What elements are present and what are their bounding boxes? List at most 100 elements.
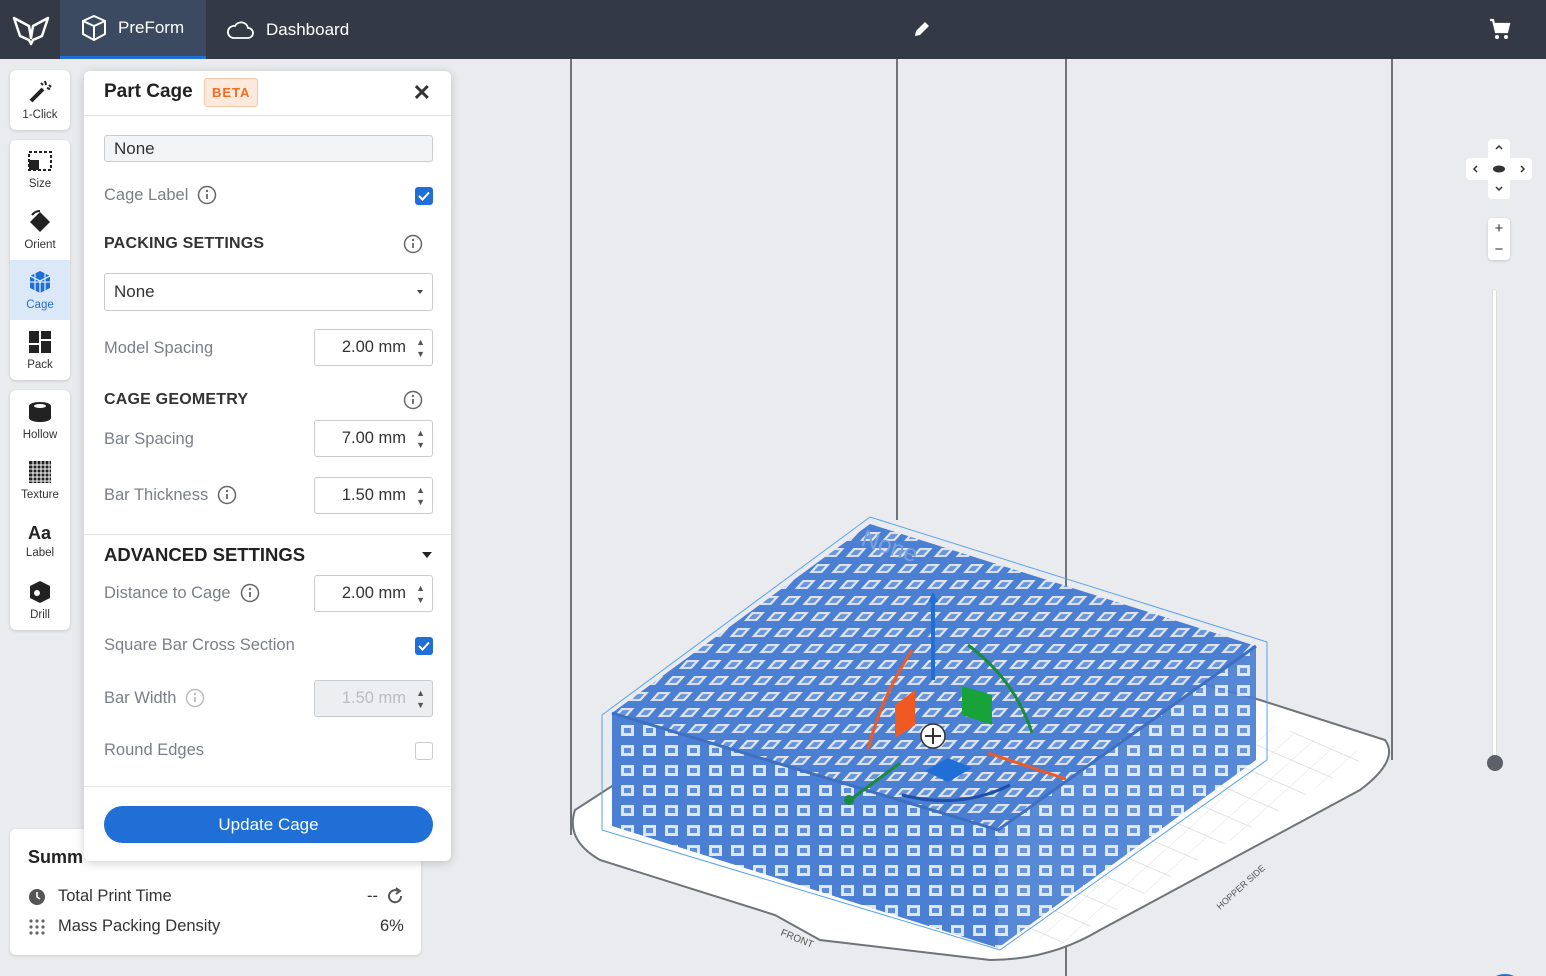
- info-icon[interactable]: [197, 185, 217, 205]
- zoom-out-icon[interactable]: −: [1495, 241, 1504, 258]
- cage-label-row: Cage Label: [104, 185, 217, 205]
- stepper-arrows-icon[interactable]: ▲ ▼: [416, 427, 425, 451]
- tool-pack-label: Pack: [27, 359, 53, 371]
- layer-slider-handle[interactable]: [1487, 755, 1503, 771]
- edit-pencil-icon[interactable]: [912, 19, 932, 44]
- summary-density-row: Mass Packing Density: [28, 917, 220, 936]
- camera-nav-pad[interactable]: [1466, 139, 1532, 199]
- bar-spacing-stepper[interactable]: 7.00 mm ▲ ▼: [314, 420, 433, 457]
- summary-title: Summ: [28, 847, 84, 867]
- summary-print-time-row: Total Print Time: [28, 887, 172, 906]
- tool-size[interactable]: Size: [10, 140, 70, 200]
- tool-one-click-label: 1-Click: [22, 109, 58, 121]
- cage-label-checkbox[interactable]: [415, 187, 433, 205]
- distance-to-cage-label: Distance to Cage: [104, 583, 231, 602]
- texture-grid-icon: [29, 461, 51, 483]
- bar-thickness-row: Bar Thickness: [104, 485, 237, 505]
- toolbar-group-modify: Hollow Texture Aa Label Drill: [10, 390, 70, 630]
- density-dots-icon: [28, 918, 46, 936]
- cart-icon[interactable]: [1488, 17, 1512, 46]
- stepper-arrows-icon[interactable]: ▲ ▼: [416, 336, 425, 360]
- square-bar-label: Square Bar Cross Section: [104, 636, 295, 654]
- clock-icon: [28, 888, 46, 906]
- preform-cube-icon: [82, 15, 106, 41]
- tab-dashboard-label: Dashboard: [266, 19, 350, 39]
- info-icon: [185, 688, 205, 708]
- update-cage-button[interactable]: Update Cage: [104, 806, 433, 843]
- part-cage-panel: Part Cage BETA ✕ None Cage Label PACKING…: [84, 71, 451, 861]
- stepper-arrows-icon[interactable]: ▲ ▼: [416, 484, 425, 508]
- hollow-cylinder-icon: [29, 402, 51, 422]
- bar-thickness-stepper[interactable]: 1.50 mm ▲ ▼: [314, 477, 433, 514]
- layer-slider-track[interactable]: [1492, 289, 1497, 763]
- bar-thickness-value: 1.50 mm: [341, 486, 406, 504]
- info-icon[interactable]: [403, 234, 423, 259]
- panel-header: Part Cage BETA ✕: [84, 71, 451, 116]
- refresh-icon[interactable]: [385, 886, 405, 911]
- svg-text:Aa: Aa: [28, 523, 52, 543]
- tool-orient[interactable]: Orient: [10, 200, 70, 260]
- orient-icon: [30, 210, 50, 232]
- info-icon[interactable]: [240, 583, 260, 603]
- tool-drill-label: Drill: [30, 609, 50, 621]
- tool-one-click[interactable]: 1-Click: [10, 70, 70, 130]
- tool-cage-label: Cage: [26, 299, 54, 311]
- model-spacing-label: Model Spacing: [104, 339, 214, 357]
- label-text-icon: Aa: [28, 523, 52, 543]
- bar-width-row: Bar Width: [104, 688, 205, 708]
- caret-down-icon[interactable]: [422, 552, 432, 558]
- zoom-controls[interactable]: + −: [1488, 218, 1510, 260]
- divider: [84, 534, 451, 535]
- zoom-in-icon[interactable]: +: [1495, 220, 1504, 237]
- model-spacing-stepper[interactable]: 2.00 mm ▲ ▼: [314, 329, 433, 366]
- resize-icon: [28, 151, 52, 171]
- bar-spacing-label: Bar Spacing: [104, 430, 194, 448]
- tab-preform-label: PreForm: [118, 18, 185, 37]
- beta-badge: BETA: [204, 78, 259, 107]
- tool-hollow-label: Hollow: [22, 429, 58, 441]
- chevron-down-icon: [417, 290, 423, 294]
- summary-print-time-value: --: [367, 887, 378, 905]
- summary-density-label: Mass Packing Density: [58, 917, 221, 935]
- distance-to-cage-stepper[interactable]: 2.00 mm ▲ ▼: [314, 575, 433, 612]
- tool-hollow[interactable]: Hollow: [10, 390, 70, 450]
- toolbar-group-auto: 1-Click: [10, 70, 70, 130]
- hopper-side-label: HOPPER SIDE: [1215, 863, 1267, 912]
- tool-drill[interactable]: Drill: [10, 570, 70, 630]
- close-icon[interactable]: ✕: [413, 82, 431, 104]
- packing-preset-select[interactable]: None: [104, 273, 433, 311]
- cage-label-text-input[interactable]: None: [104, 135, 433, 162]
- distance-to-cage-row: Distance to Cage: [104, 583, 260, 603]
- toolbar-group-setup: Size Orient Cage Pack: [10, 140, 70, 380]
- tab-preform[interactable]: PreForm: [60, 0, 206, 59]
- distance-to-cage-value: 2.00 mm: [341, 584, 406, 602]
- summary-density-value: 6%: [380, 917, 404, 935]
- round-edges-checkbox[interactable]: [415, 742, 433, 760]
- cloud-icon: [226, 20, 254, 40]
- bar-width-label: Bar Width: [104, 688, 177, 707]
- info-icon[interactable]: [403, 390, 423, 415]
- square-bar-checkbox[interactable]: [415, 637, 433, 655]
- bar-width-stepper: 1.50 mm ▲ ▼: [314, 680, 433, 717]
- tool-texture-label: Texture: [21, 489, 59, 501]
- tool-label[interactable]: Aa Label: [10, 510, 70, 570]
- model-spacing-value: 2.00 mm: [341, 338, 406, 356]
- tool-texture[interactable]: Texture: [10, 450, 70, 510]
- tool-cage[interactable]: Cage: [10, 260, 70, 320]
- stepper-arrows-icon: ▲ ▼: [416, 688, 425, 710]
- cage-geometry-heading: CAGE GEOMETRY: [104, 391, 249, 408]
- checkmark-icon: [418, 191, 430, 201]
- bar-width-value: 1.50 mm: [341, 689, 406, 707]
- pack-grid-icon: [29, 331, 51, 353]
- cage-cube-icon: [29, 271, 51, 293]
- tab-dashboard[interactable]: Dashboard: [226, 0, 349, 59]
- tool-size-label: Size: [28, 178, 52, 190]
- formlabs-logo-icon[interactable]: [12, 14, 50, 46]
- tool-pack[interactable]: Pack: [10, 320, 70, 380]
- advanced-settings-heading[interactable]: ADVANCED SETTINGS: [104, 544, 305, 566]
- info-icon[interactable]: [217, 485, 237, 505]
- stepper-arrows-icon[interactable]: ▲ ▼: [416, 582, 425, 606]
- cage-label-text: Cage Label: [104, 185, 189, 204]
- summary-print-time-label: Total Print Time: [58, 887, 172, 905]
- divider: [84, 786, 451, 787]
